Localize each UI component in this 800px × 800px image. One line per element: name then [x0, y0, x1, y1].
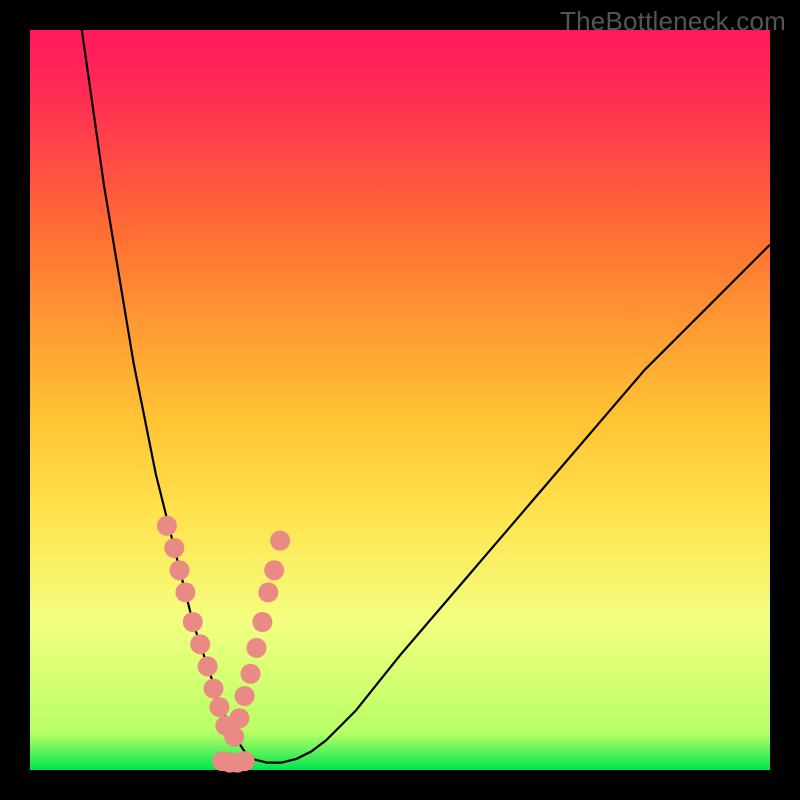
data-dot [241, 664, 261, 684]
data-dot [190, 634, 210, 654]
data-dot [235, 686, 255, 706]
data-dot [198, 656, 218, 676]
chart-frame: TheBottleneck.com [0, 0, 800, 800]
data-dot [204, 679, 224, 699]
bottleneck-curve [82, 30, 770, 763]
data-dot [264, 560, 284, 580]
data-dot [258, 582, 278, 602]
data-dot [246, 638, 266, 658]
chart-svg [30, 30, 770, 770]
data-dot [224, 727, 244, 747]
data-dot [169, 560, 189, 580]
data-dot [209, 697, 229, 717]
data-dot [270, 531, 290, 551]
data-dot [235, 751, 255, 771]
data-dot [175, 582, 195, 602]
data-dot [157, 516, 177, 536]
data-dot [229, 708, 249, 728]
watermark-text: TheBottleneck.com [560, 6, 786, 37]
plot-area [30, 30, 770, 770]
data-dot [164, 538, 184, 558]
data-dot [252, 612, 272, 632]
data-dots [157, 516, 290, 773]
data-dot [183, 612, 203, 632]
